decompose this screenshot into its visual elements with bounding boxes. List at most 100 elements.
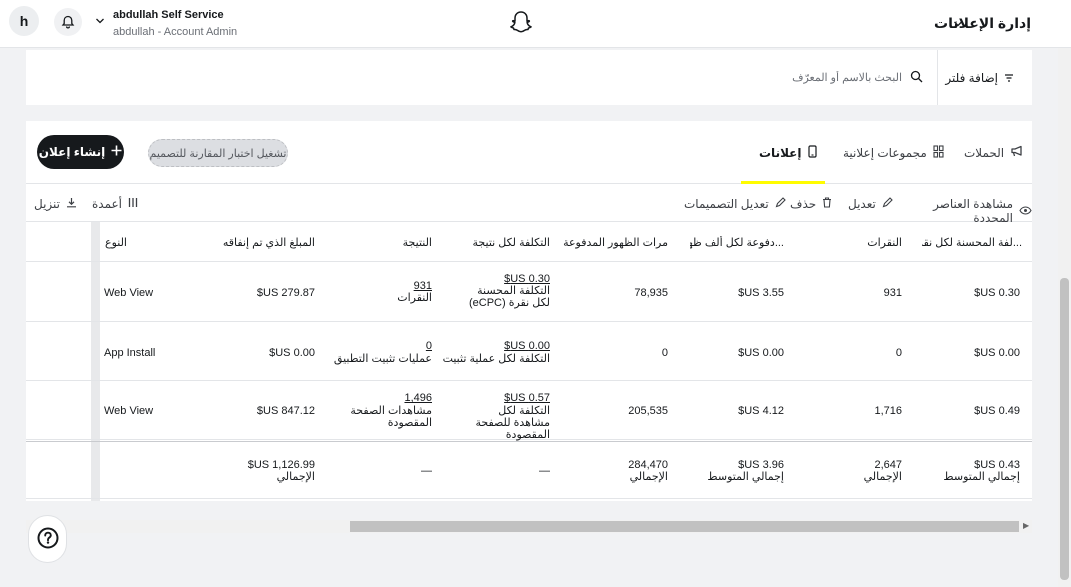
edit-creatives-label: تعديل التصميمات [684, 197, 769, 211]
total-ecpc: 0.43 US$ [974, 459, 1020, 471]
tab-ad-sets[interactable]: مجموعات إعلانية [843, 145, 944, 161]
tab-ads[interactable]: إعلانات [759, 145, 817, 161]
table-total-row: 0.43 US$ إجمالي المتوسط 2,647 الإجمالي 3… [26, 441, 1032, 499]
question-icon [37, 527, 59, 552]
pencil-icon [882, 197, 893, 211]
table-row[interactable]: 0.49 US$ 1,716 4.12 US$ 205,535 0.57 US$… [26, 381, 1032, 441]
account-role: abdullah - Account Admin [113, 26, 238, 38]
edit-label: تعديل [848, 197, 876, 211]
header-impressions[interactable]: مرات الظهور المدفوعة [563, 236, 668, 249]
cell-type: Web View [104, 405, 154, 417]
cell-result-value[interactable]: 931 [414, 280, 432, 292]
total-ecpm: 3.96 US$ [738, 459, 784, 471]
header-cost-per-result[interactable]: التكلفة لكل نتيجة [473, 236, 550, 249]
total-result: — [421, 465, 432, 477]
phone-icon [807, 145, 817, 161]
cell-swipes: 1,716 [874, 405, 902, 417]
horizontal-scrollbar-thumb[interactable] [350, 521, 1019, 532]
cell-impressions: 205,535 [628, 405, 668, 417]
create-ad-label: إنشاء إعلان [38, 145, 106, 159]
cell-ecpc: 0.00 US$ [974, 347, 1020, 359]
columns-button[interactable]: أعمدة [92, 197, 138, 211]
delete-label: حذف [790, 197, 817, 211]
cell-type: App Install [104, 347, 156, 359]
cell-ecpm: 3.55 US$ [738, 287, 784, 299]
cell-ecpm: 0.00 US$ [738, 347, 784, 359]
header-type[interactable]: النوع [105, 236, 127, 249]
tab-ad-sets-label: مجموعات إعلانية [843, 146, 927, 160]
cell-swipes: 931 [883, 287, 902, 299]
total-ecpc-label: إجمالي المتوسط [943, 471, 1020, 483]
cell-impressions: 0 [661, 347, 668, 359]
header-ecpm[interactable]: ...دفوعة لكل ألف ظهور [690, 236, 784, 249]
columns-icon [128, 197, 138, 211]
total-swipes: 2,647 [874, 459, 902, 471]
tab-ads-label: إعلانات [759, 146, 802, 160]
ads-panel: الحملات مجموعات إعلانية إعلانات تشغيل اخ… [26, 121, 1032, 501]
add-filter-button[interactable]: إضافة فلتر [945, 71, 1014, 85]
cell-type: Web View [104, 287, 154, 299]
pencil-icon [775, 197, 786, 211]
cell-result-value[interactable]: 1,496 [404, 392, 432, 404]
cell-cpr-value[interactable]: 0.30 US$ [504, 273, 550, 285]
cell-cpr-value[interactable]: 0.57 US$ [504, 392, 550, 404]
chevron-down-icon[interactable] [953, 17, 963, 31]
total-cost-per-result: — [539, 465, 550, 477]
plus-icon [111, 145, 122, 159]
cell-result-label: مشاهدات الصفحة المقصودة [350, 405, 432, 429]
header-result[interactable]: النتيجة [403, 236, 432, 249]
header-swipes[interactable]: النقرات [867, 236, 902, 249]
cell-spend: 847.12 US$ [256, 405, 315, 417]
edit-creatives-button[interactable]: تعديل التصميمات [684, 197, 786, 211]
help-button[interactable] [28, 515, 67, 563]
table-row[interactable]: 0.30 US$ 931 3.55 US$ 78,935 0.30 US$ ال… [26, 262, 1032, 322]
edit-button[interactable]: تعديل [848, 197, 893, 211]
tab-campaigns[interactable]: الحملات [964, 145, 1023, 160]
header-spend[interactable]: المبلغ الذي تم إنفاقه [223, 236, 315, 249]
avatar[interactable]: h [9, 6, 39, 36]
view-selected-label: مشاهدة العناصر المحددة [933, 197, 1013, 225]
table-row[interactable]: 0.00 US$ 0 0.00 US$ 0 0.00 US$ التكلفة ل… [26, 322, 1032, 381]
cell-ecpc: 0.49 US$ [974, 405, 1020, 417]
total-spend: 1,126.99 US$ [247, 459, 315, 471]
cell-cpr-label: التكلفة لكل عملية تثبيت [442, 353, 550, 365]
search-icon [910, 70, 923, 86]
cell-ecpc: 0.30 US$ [974, 287, 1020, 299]
vertical-scrollbar-thumb[interactable] [1060, 278, 1069, 580]
trash-icon [822, 197, 832, 211]
grid-icon [933, 145, 944, 161]
tabs-row: الحملات مجموعات إعلانية إعلانات تشغيل اخ… [26, 121, 1032, 184]
cell-result-value[interactable]: 0 [426, 340, 432, 352]
header-ecpc[interactable]: ...لفة المحسنة لكل نقرة [922, 236, 1022, 249]
total-swipes-label: الإجمالي [863, 471, 902, 483]
notifications-bell-icon[interactable] [54, 8, 82, 36]
cell-cpr-label: التكلفة المحسنة لكل نقرة (eCPC) [468, 285, 550, 309]
filter-icon [1004, 71, 1014, 85]
cell-result-label: النقرات [397, 292, 432, 304]
total-ecpm-label: إجمالي المتوسط [707, 471, 784, 483]
total-spend-label: الإجمالي [276, 471, 315, 483]
create-ad-button[interactable]: إنشاء إعلان [37, 135, 124, 169]
cell-spend: 0.00 US$ [269, 347, 315, 359]
megaphone-icon [1010, 145, 1023, 160]
download-icon [66, 197, 77, 211]
download-label: تنزيل [34, 197, 61, 211]
cell-ecpm: 4.12 US$ [738, 405, 784, 417]
download-button[interactable]: تنزيل [34, 197, 77, 211]
snapchat-ghost-icon[interactable] [509, 10, 533, 39]
ab-test-button[interactable]: تشغيل اختبار المقارنة للتصميم [148, 139, 288, 167]
delete-button[interactable]: حذف [790, 197, 832, 211]
cell-cpr-value[interactable]: 0.00 US$ [504, 340, 550, 352]
table-header: ...لفة المحسنة لكل نقرة النقرات ...دفوعة… [26, 222, 1032, 262]
divider [937, 50, 938, 105]
ads-manager-menu[interactable]: إدارة الإعلانات [934, 15, 1031, 32]
cell-swipes: 0 [895, 347, 902, 359]
cell-impressions: 78,935 [634, 287, 668, 299]
scroll-right-arrow-icon[interactable]: ▶ [1023, 521, 1029, 530]
search-input[interactable] [666, 69, 902, 87]
view-selected-button[interactable]: مشاهدة العناصر المحددة [909, 197, 1032, 225]
account-name[interactable]: abdullah Self Service [113, 9, 224, 21]
tab-campaigns-label: الحملات [964, 145, 1005, 160]
chevron-down-icon[interactable] [95, 14, 105, 28]
top-bar: h abdullah Self Service abdullah - Accou… [0, 0, 1071, 48]
